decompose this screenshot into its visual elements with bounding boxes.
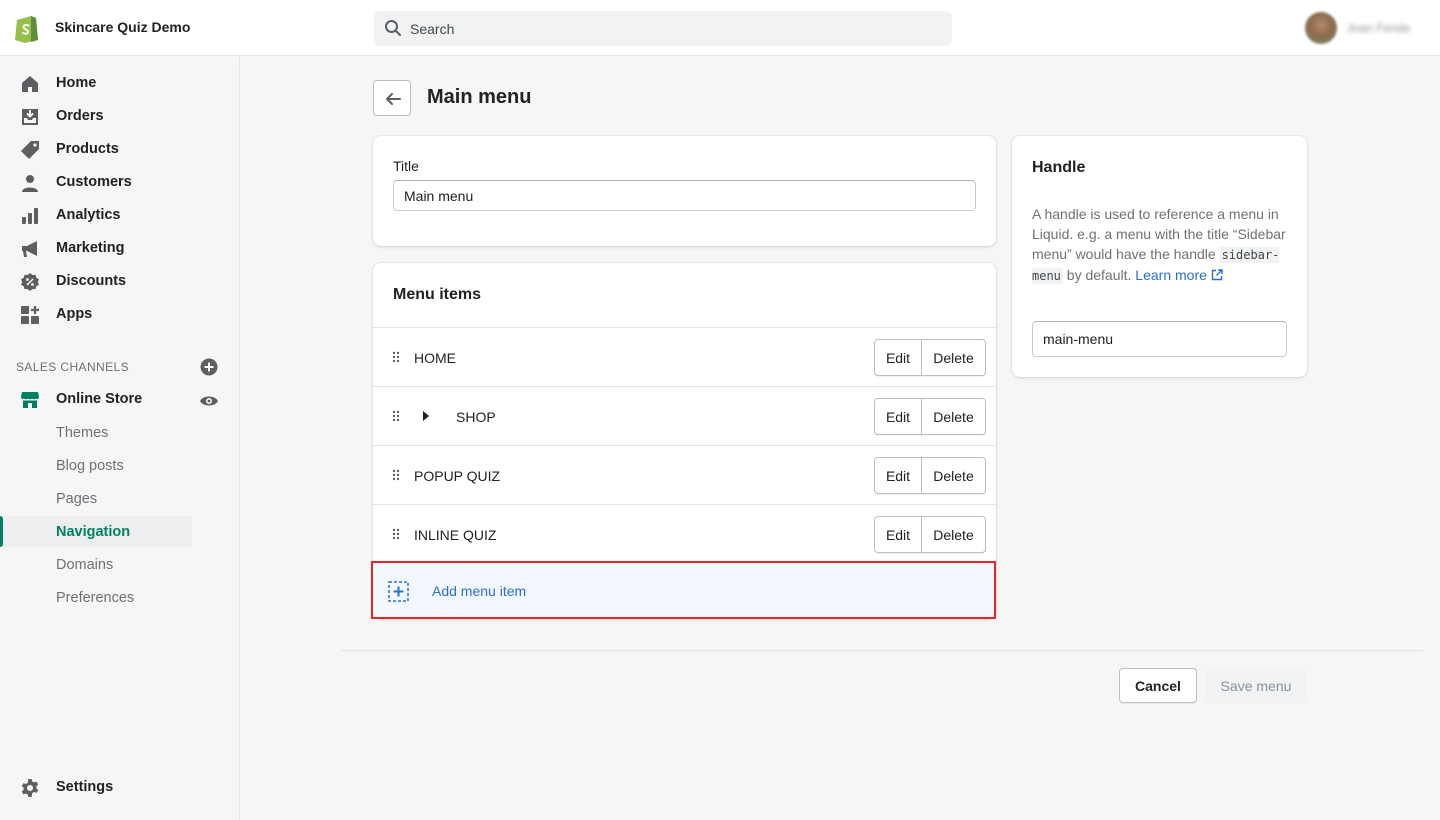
title-card: Title Main menu [373, 136, 996, 246]
drag-handle-icon[interactable] [392, 351, 400, 363]
drag-handle-icon[interactable] [392, 469, 400, 481]
sidebar-item-discounts[interactable]: Discounts [0, 265, 240, 298]
cancel-button[interactable]: Cancel [1119, 668, 1197, 703]
drag-handle-icon[interactable] [392, 528, 400, 540]
learn-more-link[interactable]: Learn more [1135, 267, 1223, 283]
user-avatar[interactable] [1305, 12, 1337, 44]
handle-description: A handle is used to reference a menu in … [1032, 204, 1292, 286]
sidebar-subitem-preferences[interactable]: Preferences [0, 582, 192, 613]
delete-button[interactable]: Delete [922, 458, 985, 493]
menu-item-label: SHOP [456, 409, 496, 425]
menu-item-actions: Edit Delete [874, 516, 986, 553]
sidebar: Home Orders Products Customers Analytics… [0, 57, 240, 820]
shopify-logo-icon[interactable] [14, 13, 40, 43]
search-bar[interactable]: Search [374, 11, 952, 46]
sidebar-subitem-navigation[interactable]: Navigation [0, 516, 192, 547]
sidebar-item-orders[interactable]: Orders [0, 100, 240, 133]
back-button[interactable] [373, 80, 411, 116]
handle-desc-text-2: by default. [1062, 267, 1136, 283]
menu-item-actions: Edit Delete [874, 339, 986, 376]
sidebar-subitem-label: Blog posts [56, 458, 124, 474]
delete-button[interactable]: Delete [922, 340, 985, 375]
search-placeholder: Search [410, 21, 455, 37]
menu-item-label: INLINE QUIZ [414, 527, 497, 543]
sidebar-subitem-pages[interactable]: Pages [0, 483, 192, 514]
arrow-left-icon [386, 93, 401, 105]
add-item-icon [388, 581, 409, 602]
bar-chart-icon [22, 208, 38, 224]
sidebar-item-label: Home [56, 75, 97, 91]
menu-item-actions: Edit Delete [874, 398, 986, 435]
sidebar-subitem-label: Pages [56, 491, 98, 507]
orders-icon [22, 109, 38, 125]
sidebar-item-products[interactable]: Products [0, 133, 240, 166]
sidebar-item-label: Online Store [56, 391, 143, 407]
external-link-icon [1211, 269, 1223, 281]
sidebar-item-marketing[interactable]: Marketing [0, 232, 240, 265]
gear-icon [21, 779, 39, 797]
sidebar-subitem-domains[interactable]: Domains [0, 549, 192, 580]
apps-icon [21, 306, 39, 324]
add-menu-item-button[interactable]: Add menu item [371, 561, 996, 619]
sidebar-item-label: Discounts [56, 273, 127, 289]
edit-button[interactable]: Edit [875, 340, 922, 375]
top-bar: Skincare Quiz Demo Search Joan Fende [0, 0, 1440, 56]
title-label: Title [393, 158, 419, 174]
sidebar-item-label: Customers [56, 174, 132, 190]
handle-input[interactable]: main-menu [1032, 321, 1287, 357]
home-icon [22, 76, 38, 92]
sidebar-item-analytics[interactable]: Analytics [0, 199, 240, 232]
menu-item-actions: Edit Delete [874, 457, 986, 494]
megaphone-icon [22, 241, 37, 257]
discount-icon [21, 273, 39, 291]
user-name[interactable]: Joan Fende [1347, 21, 1425, 35]
sidebar-item-apps[interactable]: Apps [0, 298, 240, 331]
sidebar-item-label: Apps [56, 306, 93, 322]
sidebar-item-home[interactable]: Home [0, 67, 240, 100]
menu-item-row[interactable]: INLINE QUIZ Edit Delete [373, 504, 996, 563]
sidebar-subitem-label: Navigation [56, 524, 131, 540]
delete-button[interactable]: Delete [922, 399, 985, 434]
menu-item-row[interactable]: SHOP Edit Delete [373, 386, 996, 445]
page-title: Main menu [427, 86, 532, 108]
handle-title: Handle [1032, 159, 1086, 176]
sidebar-subitem-label: Preferences [56, 590, 135, 606]
eye-icon[interactable] [199, 391, 219, 411]
sidebar-item-label: Settings [56, 779, 114, 795]
edit-button[interactable]: Edit [875, 458, 922, 493]
edit-button[interactable]: Edit [875, 517, 922, 552]
sidebar-item-label: Marketing [56, 240, 125, 256]
sidebar-subitem-label: Themes [56, 425, 109, 441]
caret-right-icon[interactable] [423, 411, 429, 421]
save-menu-button[interactable]: Save menu [1205, 668, 1307, 703]
learn-more-text: Learn more [1135, 267, 1207, 283]
title-input[interactable]: Main menu [393, 180, 976, 211]
person-icon [22, 175, 38, 192]
sidebar-item-settings[interactable]: Settings [0, 771, 240, 804]
sidebar-subitem-label: Domains [56, 557, 114, 573]
menu-item-label: HOME [414, 350, 456, 366]
delete-button[interactable]: Delete [922, 517, 985, 552]
handle-card: Handle A handle is used to reference a m… [1012, 136, 1307, 377]
sidebar-item-label: Products [56, 141, 119, 157]
sidebar-subitem-themes[interactable]: Themes [0, 417, 192, 448]
sidebar-item-customers[interactable]: Customers [0, 166, 240, 199]
add-channel-icon[interactable] [200, 358, 218, 376]
menu-item-row[interactable]: HOME Edit Delete [373, 327, 996, 386]
menu-item-row[interactable]: POPUP QUIZ Edit Delete [373, 445, 996, 504]
sidebar-item-label: Analytics [56, 207, 121, 223]
sales-channels-title: SALES CHANNELS [16, 360, 129, 374]
edit-button[interactable]: Edit [875, 399, 922, 434]
sidebar-item-label: Orders [56, 108, 104, 124]
drag-handle-icon[interactable] [392, 410, 400, 422]
store-name[interactable]: Skincare Quiz Demo [55, 19, 190, 35]
footer-divider [341, 650, 1423, 651]
search-icon [385, 20, 401, 36]
add-menu-item-label: Add menu item [432, 583, 527, 599]
menu-items-title: Menu items [393, 286, 482, 303]
store-icon [21, 392, 39, 408]
tag-icon [21, 141, 39, 159]
menu-item-label: POPUP QUIZ [414, 468, 501, 484]
sidebar-subitem-blog-posts[interactable]: Blog posts [0, 450, 192, 481]
